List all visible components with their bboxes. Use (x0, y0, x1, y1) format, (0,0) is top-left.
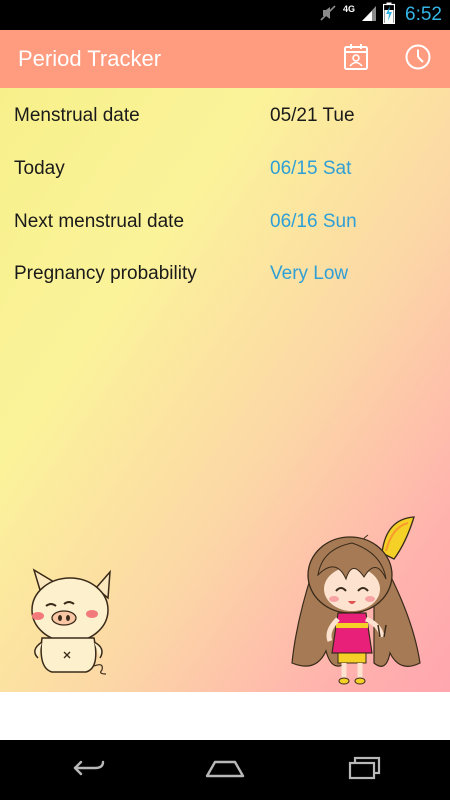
back-button[interactable] (57, 750, 117, 790)
signal-icon (361, 4, 377, 27)
today-label: Today (14, 158, 65, 179)
pregnancy-probability-row: Pregnancy probability Very Low (0, 254, 450, 294)
battery-charging-icon (382, 2, 396, 29)
ad-banner-area (0, 692, 450, 740)
bunny-girl-illustration (291, 516, 421, 685)
pregnancy-probability-label: Pregnancy probability (14, 263, 197, 284)
app-title: Period Tracker (18, 46, 162, 71)
pig-illustration (31, 568, 111, 675)
status-bar: 4G 6:52 (0, 0, 450, 30)
content-area: Menstrual date 05/21 Tue Today 06/15 Sat… (0, 88, 450, 692)
back-icon (67, 756, 107, 785)
menstrual-date-label: Menstrual date (14, 105, 140, 126)
action-bar: Period Tracker (0, 30, 450, 88)
menstrual-date-row: Menstrual date 05/21 Tue (0, 96, 450, 136)
next-menstrual-date-label: Next menstrual date (14, 211, 185, 232)
next-menstrual-date-value: 06/16 Sun (270, 211, 357, 232)
status-icons: 4G 6:52 (319, 0, 442, 30)
next-menstrual-date-row: Next menstrual date 06/16 Sun (0, 202, 450, 242)
status-clock: 6:52 (405, 4, 442, 25)
home-button[interactable] (195, 750, 255, 790)
pregnancy-probability-value: Very Low (270, 263, 349, 284)
calendar-button[interactable] (336, 39, 376, 79)
recents-icon (345, 755, 385, 786)
recents-button[interactable] (335, 750, 395, 790)
history-button[interactable] (398, 39, 438, 79)
navigation-bar (0, 740, 450, 800)
clock-icon (404, 43, 432, 76)
calendar-icon (343, 43, 369, 76)
network-type-label: 4G (343, 4, 356, 14)
today-row: Today 06/15 Sat (0, 149, 450, 189)
today-value: 06/15 Sat (270, 158, 352, 179)
muted-icon (319, 4, 337, 27)
home-icon (203, 756, 247, 785)
menstrual-date-value[interactable]: 05/21 Tue (270, 96, 355, 136)
